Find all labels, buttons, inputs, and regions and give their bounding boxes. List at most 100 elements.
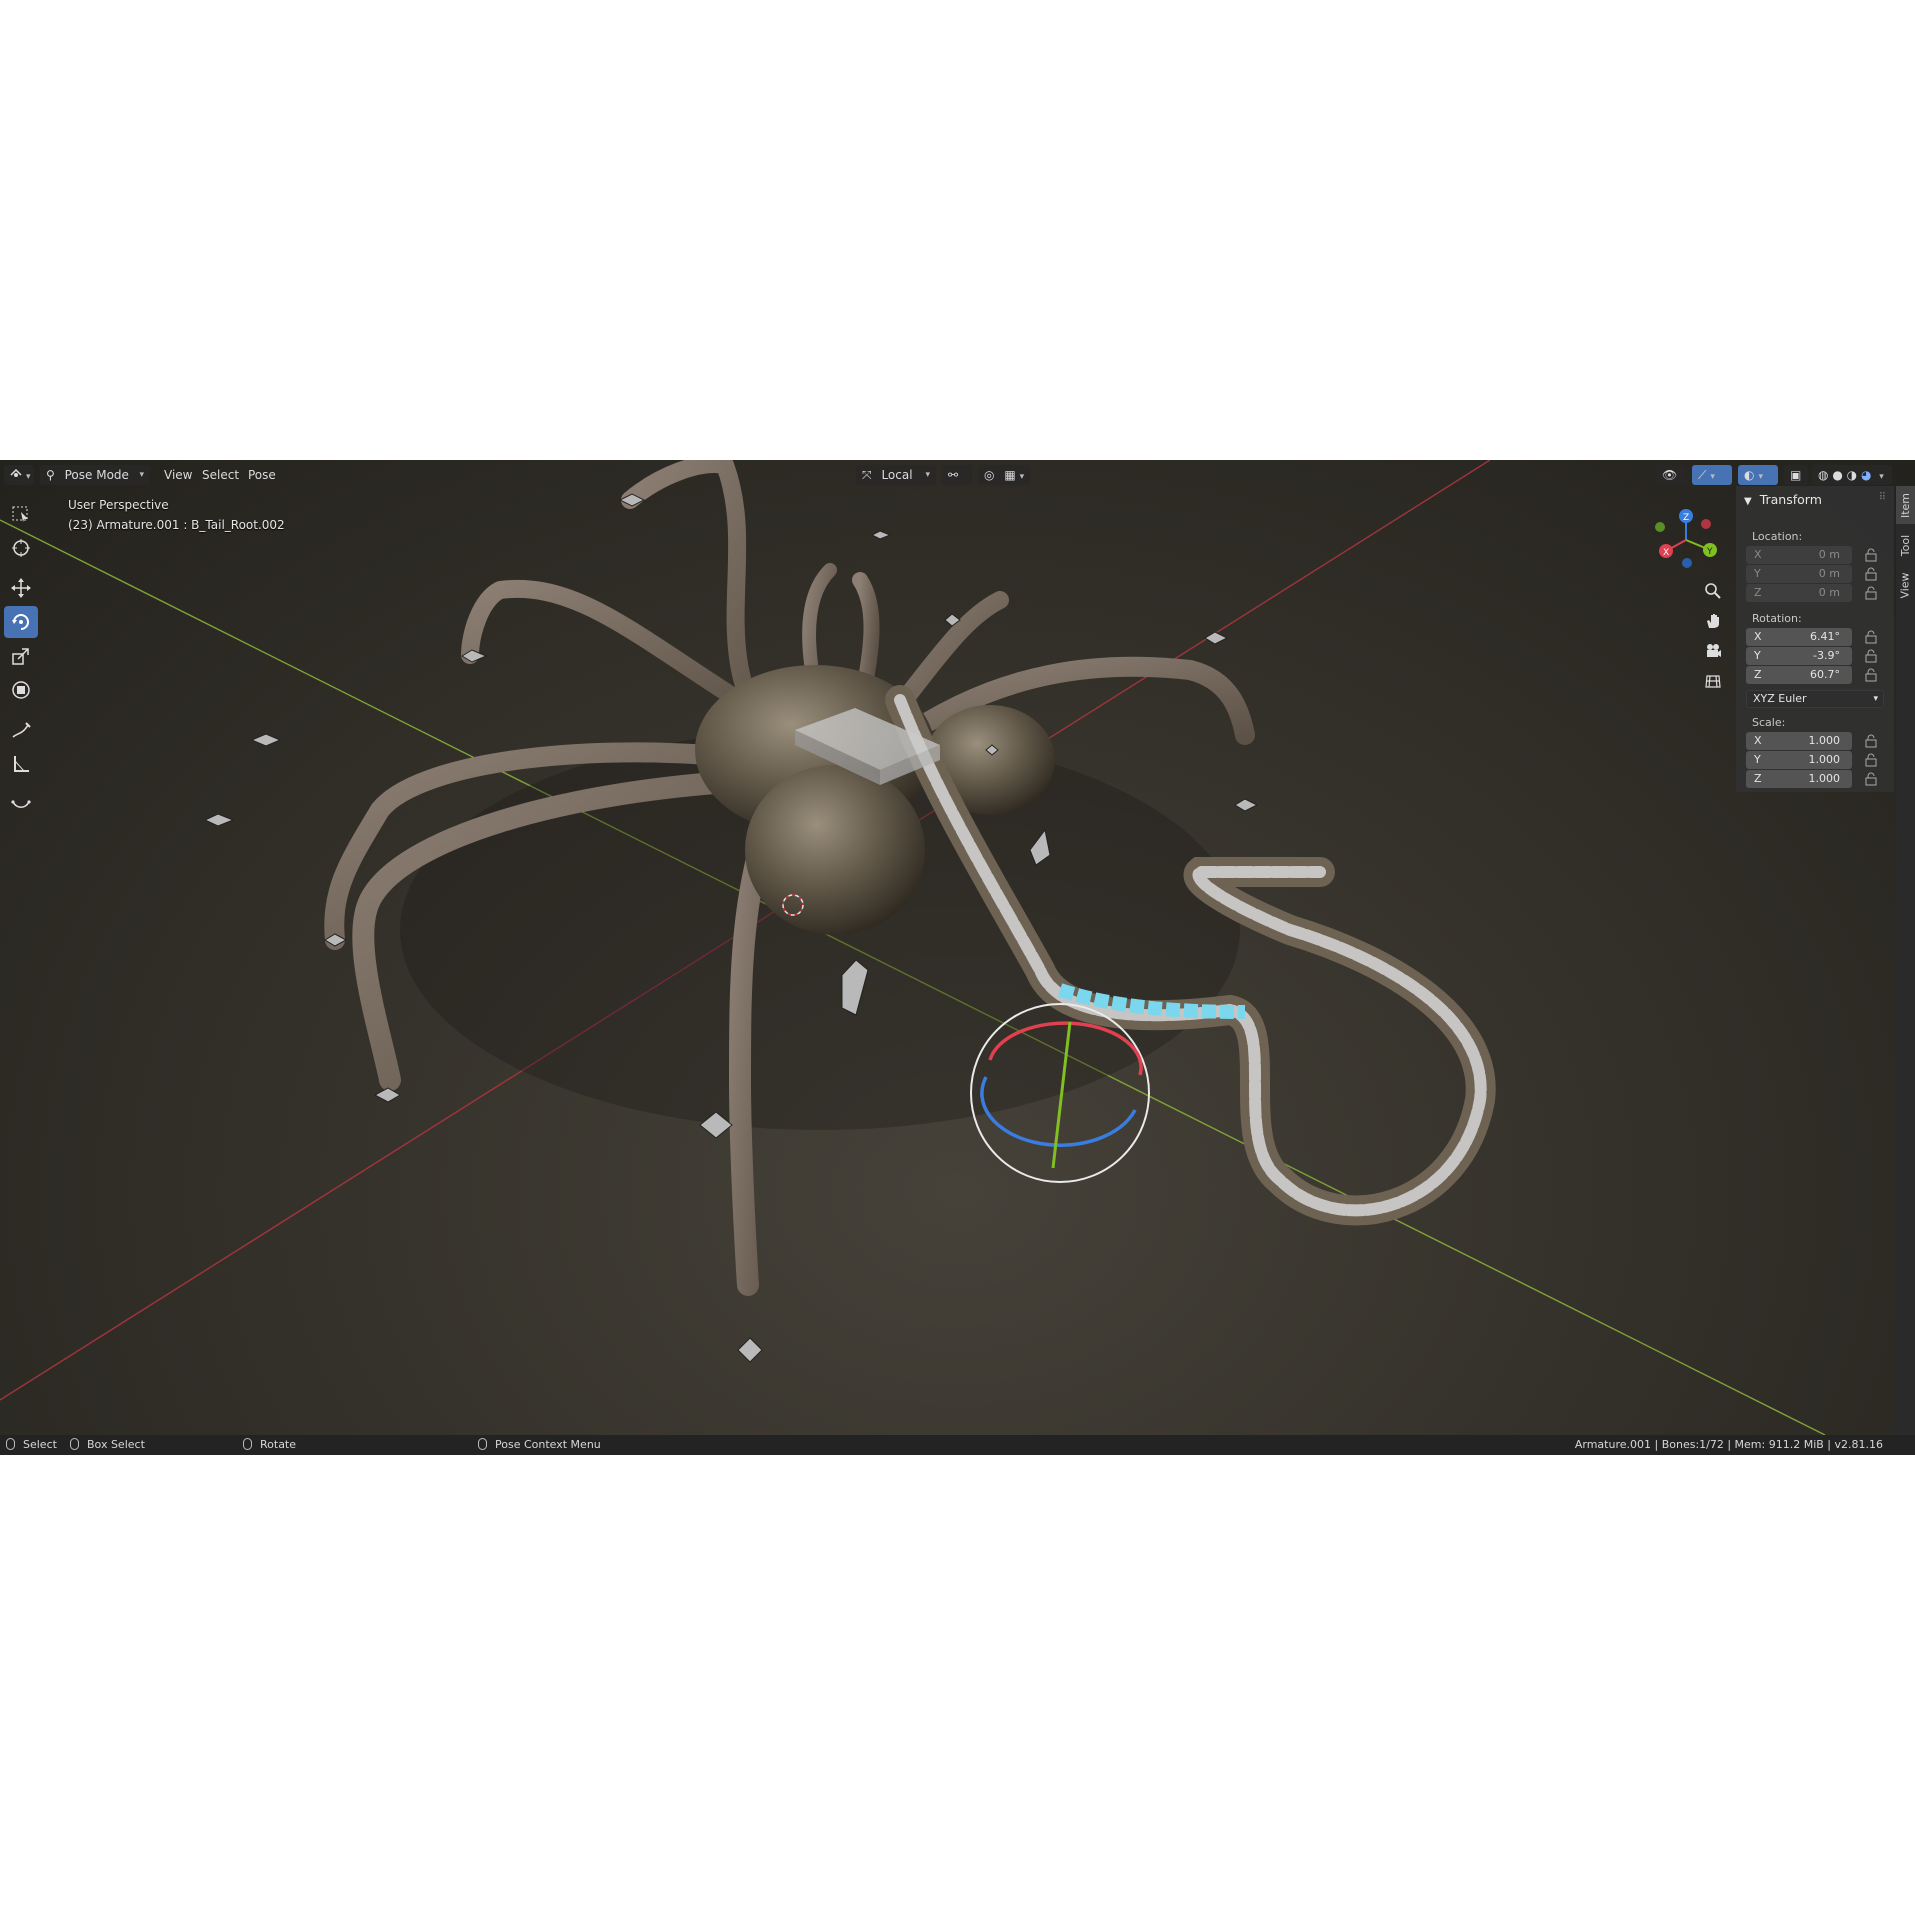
scene-statistics: Armature.001 | Bones:1/72 | Mem: 911.2 M… [1574, 1438, 1883, 1451]
sidebar-panel: ▼ Transform ⠿ Location: X0 m Y0 m Z0 m R… [1736, 486, 1894, 792]
tab-tool[interactable]: Tool [1896, 526, 1915, 564]
mouse-right-icon [478, 1438, 487, 1450]
pivot-point-button[interactable]: ⚯ [942, 465, 972, 485]
rendered-shading-icon[interactable]: ◕ [1861, 468, 1871, 482]
drag-handle-icon[interactable]: ⠿ [1879, 492, 1886, 503]
transform-icon [12, 681, 30, 699]
menu-select[interactable]: Select [196, 465, 245, 485]
location-z-value: 0 m [1818, 586, 1840, 599]
orientation-icon: ⤧ [862, 468, 872, 482]
view-name: User Perspective [68, 498, 169, 512]
mode-selector[interactable]: ⚲ Pose Mode ▾ [40, 465, 150, 485]
measure-ruler-icon [14, 756, 29, 772]
annotate-pencil-icon [12, 722, 31, 738]
location-x-field[interactable]: X0 m [1746, 546, 1852, 564]
status-select: Select [6, 1435, 57, 1455]
xray-toggle[interactable]: ▣ [1784, 465, 1808, 485]
location-z-field[interactable]: Z0 m [1746, 584, 1852, 602]
rotation-mode-value: XYZ Euler [1753, 692, 1807, 705]
cursor-icon [12, 539, 30, 557]
lock-scale-x-icon[interactable] [1864, 734, 1878, 748]
scale-icon [12, 648, 29, 665]
spider-abdomen [745, 765, 925, 935]
lock-location-x-icon[interactable] [1864, 548, 1878, 562]
scale-z-field[interactable]: Z 1.000 [1746, 770, 1852, 788]
editor-type-button[interactable]: ▾ [4, 465, 34, 485]
xray-icon: ▣ [1790, 468, 1802, 482]
location-y-value: 0 m [1818, 567, 1840, 580]
viewport-header: ▾ ⚲ Pose Mode ▾ View Select Pose ⤧ Local… [0, 460, 1915, 490]
select-box-tool[interactable] [4, 498, 38, 530]
wireframe-shading-icon[interactable]: ◍ [1818, 468, 1828, 482]
rotate-icon [12, 614, 29, 630]
rotation-x-field[interactable]: X 6.41° [1746, 628, 1852, 646]
status-bar: Select Box Select Rotate Pose Context Me… [0, 1435, 1915, 1455]
rotation-z-field[interactable]: Z 60.7° [1746, 666, 1852, 684]
solid-shading-icon[interactable]: ● [1832, 468, 1842, 482]
lock-location-y-icon[interactable] [1864, 567, 1878, 581]
overlays-toggle[interactable]: ◐ ▾ [1738, 465, 1778, 485]
move-tool[interactable] [4, 572, 38, 604]
camera-icon [1707, 644, 1721, 657]
move-icon [11, 578, 31, 598]
pan-view-button[interactable] [1700, 608, 1726, 634]
annotate-tool[interactable] [4, 714, 38, 746]
zoom-view-button[interactable] [1700, 578, 1726, 604]
cursor-tool[interactable] [4, 532, 38, 564]
snap-button[interactable]: ◎ ▦ ▾ [978, 465, 1030, 485]
lock-scale-z-icon[interactable] [1864, 772, 1878, 786]
mouse-left-icon [6, 1438, 15, 1450]
shading-buttons[interactable]: ◍ ● ◑ ◕ ▾ [1812, 465, 1892, 485]
rotate-tool[interactable] [4, 606, 38, 638]
scale-x-value: 1.000 [1808, 734, 1841, 747]
rotation-label: Rotation: [1752, 612, 1802, 625]
transform-orientation-selector[interactable]: ⤧ Local ▾ [856, 465, 936, 485]
tab-view[interactable]: View [1896, 566, 1915, 604]
mouse-middle-icon [243, 1438, 252, 1450]
gizmo-toggle[interactable]: ⟋ ▾ [1692, 465, 1732, 485]
lock-rotation-x-icon[interactable] [1864, 630, 1878, 644]
pivot-icon: ⚯ [948, 468, 959, 482]
overlays-icon: ◐ [1744, 468, 1755, 482]
rotation-y-field[interactable]: Y -3.9° [1746, 647, 1852, 665]
chevron-down-icon: ▾ [1873, 694, 1878, 704]
menu-view[interactable]: View [158, 465, 198, 485]
relax-tool[interactable] [4, 788, 38, 820]
lock-scale-y-icon[interactable] [1864, 753, 1878, 767]
chevron-down-icon: ▾ [139, 470, 144, 480]
pose-mode-icon: ⚲ [46, 468, 55, 482]
lock-rotation-y-icon[interactable] [1864, 649, 1878, 663]
tab-item[interactable]: Item [1896, 486, 1915, 524]
location-y-field[interactable]: Y0 m [1746, 565, 1852, 583]
rotation-mode-dropdown[interactable]: XYZ Euler ▾ [1746, 690, 1884, 708]
transform-panel-header[interactable]: ▼ Transform [1744, 492, 1822, 507]
scale-tool[interactable] [4, 640, 38, 672]
chevron-down-icon: ▾ [925, 470, 930, 480]
status-context-menu: Pose Context Menu [478, 1435, 601, 1455]
scale-z-value: 1.000 [1808, 772, 1841, 785]
transform-tool[interactable] [4, 674, 38, 706]
rotation-y-value: -3.9° [1813, 649, 1840, 662]
ortho-toggle-button[interactable] [1700, 668, 1726, 694]
lock-rotation-z-icon[interactable] [1864, 668, 1878, 682]
scale-x-field[interactable]: X 1.000 [1746, 732, 1852, 750]
status-rotate: Rotate [243, 1435, 296, 1455]
measure-tool[interactable] [4, 748, 38, 780]
visibility-button[interactable]: 👁 [1656, 465, 1686, 485]
scale-y-value: 1.000 [1808, 753, 1841, 766]
material-shading-icon[interactable]: ◑ [1847, 468, 1857, 482]
gizmo-icon: ⟋ [1698, 468, 1707, 482]
lock-location-z-icon[interactable] [1864, 586, 1878, 600]
select-box-icon [12, 506, 28, 522]
active-object-info: (23) Armature.001 : B_Tail_Root.002 [68, 518, 285, 532]
gizmo-z-label: Z [1683, 513, 1689, 523]
editor-type-icon [10, 468, 22, 477]
rotation-x-value: 6.41° [1810, 630, 1840, 643]
3d-viewport[interactable]: ▾ ⚲ Pose Mode ▾ View Select Pose ⤧ Local… [0, 460, 1915, 1435]
navigation-gizmo[interactable]: Z Y X [1650, 502, 1730, 582]
menu-pose[interactable]: Pose [242, 465, 282, 485]
camera-view-button[interactable] [1700, 638, 1726, 664]
scale-label: Scale: [1752, 716, 1786, 729]
scale-y-field[interactable]: Y 1.000 [1746, 751, 1852, 769]
status-box-select: Box Select [70, 1435, 145, 1455]
